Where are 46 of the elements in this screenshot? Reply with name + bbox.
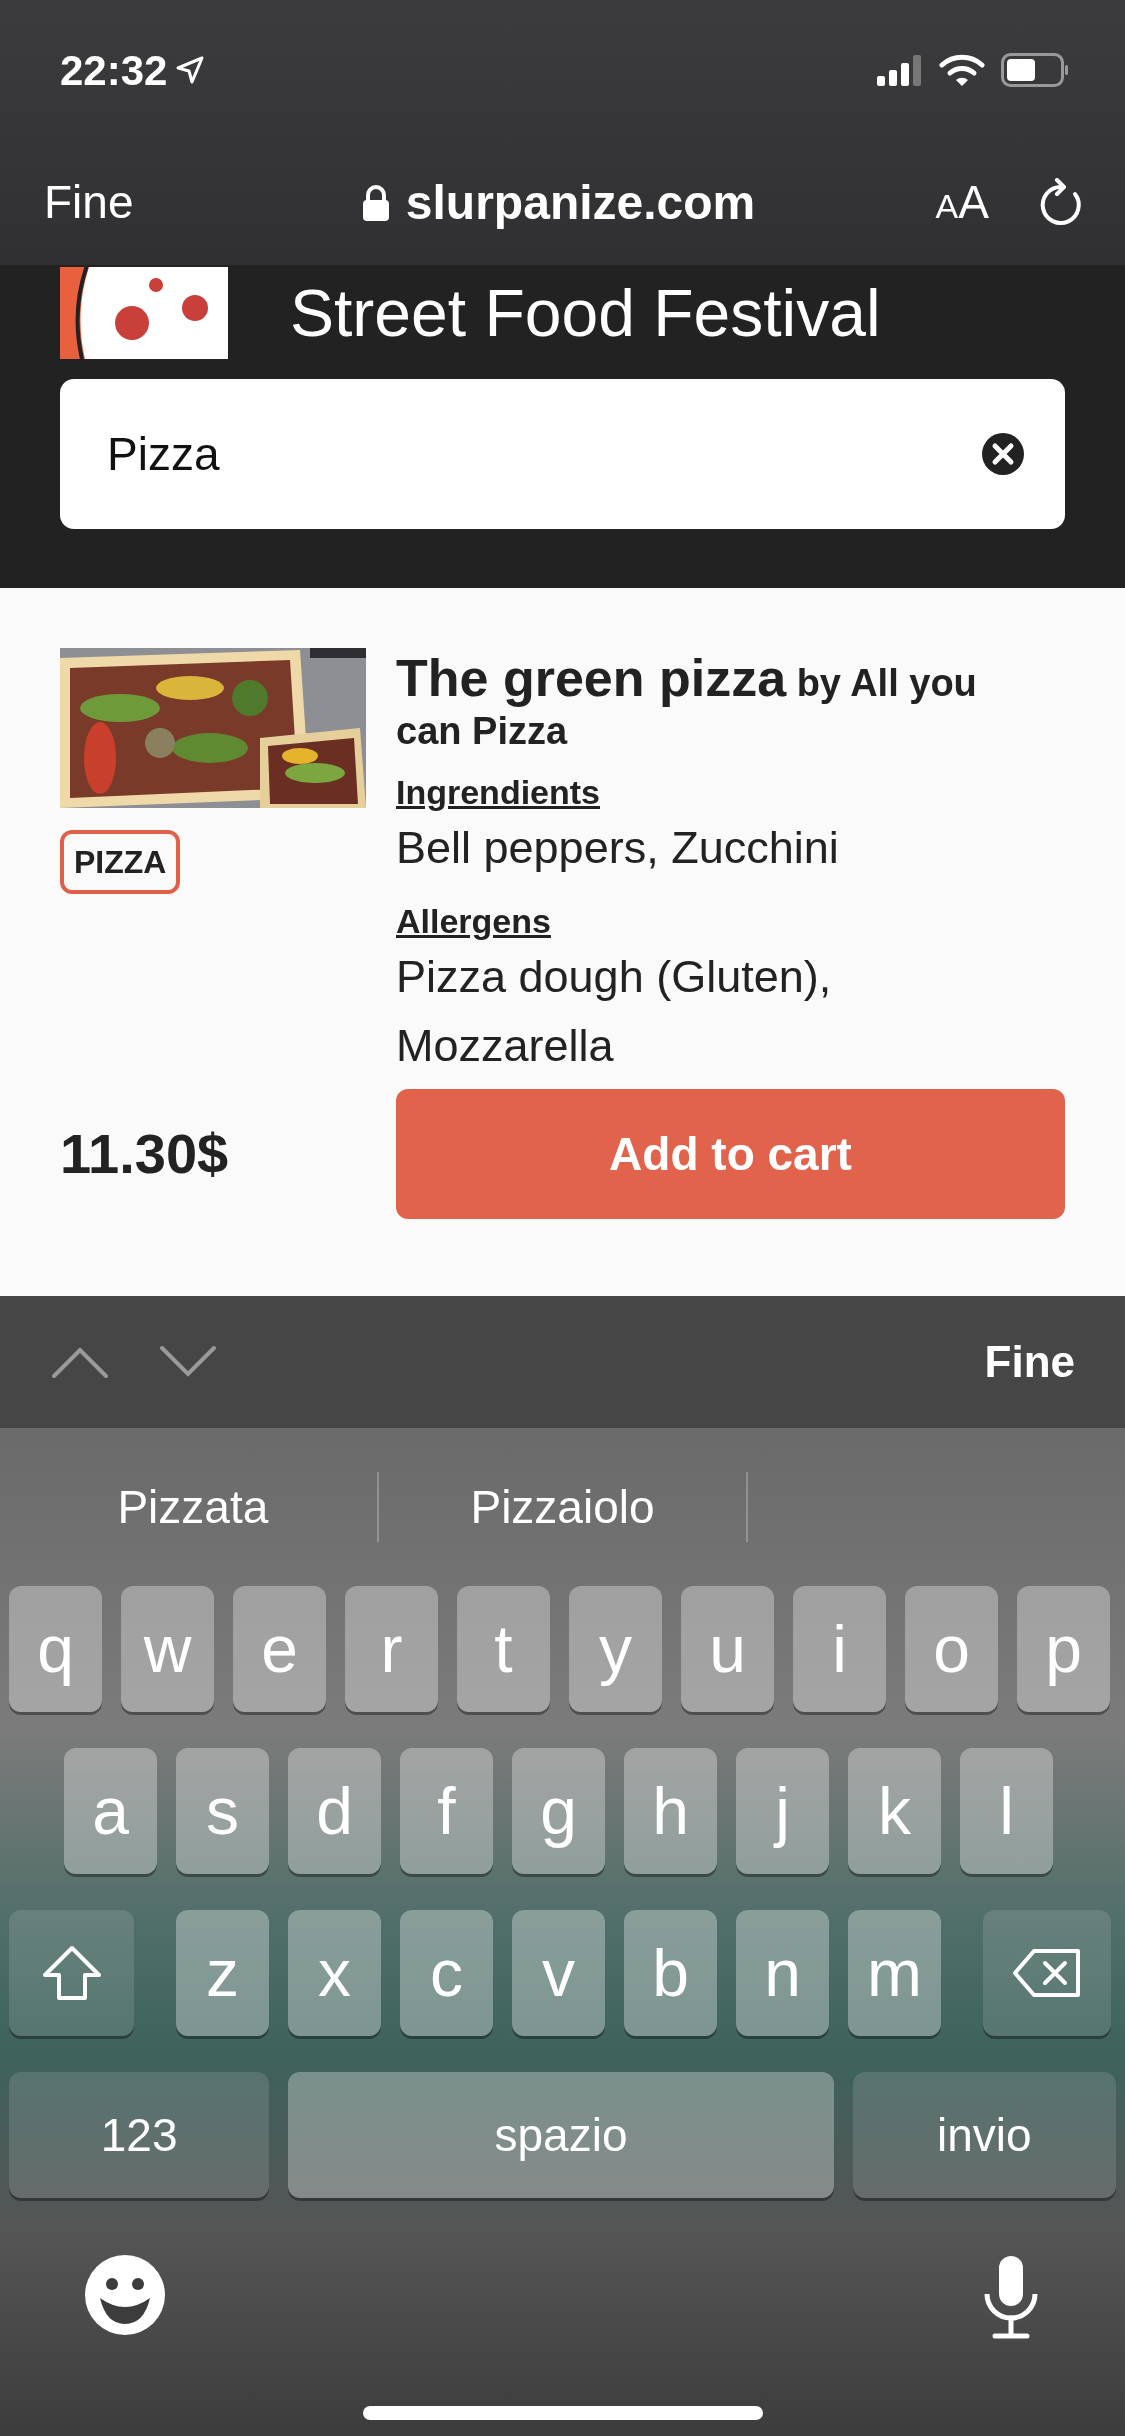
search-field[interactable]: Pizza	[60, 379, 1065, 529]
done-button[interactable]: Fine	[984, 1329, 1075, 1395]
price-text: 11.30$	[60, 1121, 230, 1188]
suggestion[interactable]: Pizzata	[9, 1472, 379, 1542]
keyboard-key[interactable]: d	[288, 1748, 381, 1874]
space-key[interactable]: spazio	[288, 2072, 834, 2198]
keyboard-key[interactable]: i	[793, 1586, 886, 1712]
keyboard-key[interactable]: s	[176, 1748, 269, 1874]
allergens-label: Allergens	[396, 900, 552, 942]
keyboard-key[interactable]: q	[9, 1586, 102, 1712]
keyboard-key[interactable]: c	[400, 1910, 493, 2036]
done-button[interactable]: Fine	[44, 168, 134, 237]
keyboard-key[interactable]: z	[176, 1910, 269, 2036]
keyboard-key[interactable]: k	[848, 1748, 941, 1874]
keyboard-key[interactable]: f	[400, 1748, 493, 1874]
keyboard-key[interactable]: n	[736, 1910, 829, 2036]
return-key[interactable]: invio	[852, 2072, 1116, 2198]
keyboard-key[interactable]: u	[681, 1586, 774, 1712]
keyboard-key[interactable]: g	[512, 1748, 605, 1874]
keyboard-key[interactable]: v	[512, 1910, 605, 2036]
keyboard-key[interactable]: h	[624, 1748, 717, 1874]
site-title: Street Food Festival	[290, 280, 881, 346]
keyboard-key[interactable]: o	[905, 1586, 998, 1712]
ingredients-text: Bell peppers, Zucchini	[396, 821, 840, 875]
suggestion[interactable]: Pizzaiolo	[378, 1472, 749, 1542]
status-time: 22:32	[60, 45, 168, 96]
keyboard-key[interactable]: m	[848, 1910, 941, 2036]
text-size-button[interactable]: AA	[935, 168, 989, 237]
numbers-key[interactable]: 123	[9, 2072, 270, 2198]
category-tag: PIZZA	[60, 830, 181, 894]
keyboard-key[interactable]: r	[345, 1586, 438, 1712]
keyboard-key[interactable]: x	[288, 1910, 381, 2036]
keyboard-key[interactable]: t	[457, 1586, 550, 1712]
keyboard-key[interactable]: l	[960, 1748, 1053, 1874]
keyboard-key[interactable]: e	[233, 1586, 326, 1712]
keyboard-key[interactable]: b	[624, 1910, 717, 2036]
keyboard-key[interactable]: p	[1017, 1586, 1110, 1712]
allergens-text: Pizza dough (Gluten), Mozzarella	[396, 949, 833, 1074]
ingredients-label: Ingrendients	[396, 772, 602, 813]
keyboard-key[interactable]: j	[736, 1748, 829, 1874]
keyboard-key[interactable]: a	[64, 1748, 157, 1874]
keyboard-key[interactable]: y	[569, 1586, 662, 1712]
product-title: The green pizza by All you can Pizza	[396, 648, 978, 755]
keyboard-key[interactable]: w	[121, 1586, 214, 1712]
url-text[interactable]: slurpanize.com	[405, 166, 756, 239]
add-to-cart-button[interactable]: Add to cart	[396, 1089, 1065, 1220]
